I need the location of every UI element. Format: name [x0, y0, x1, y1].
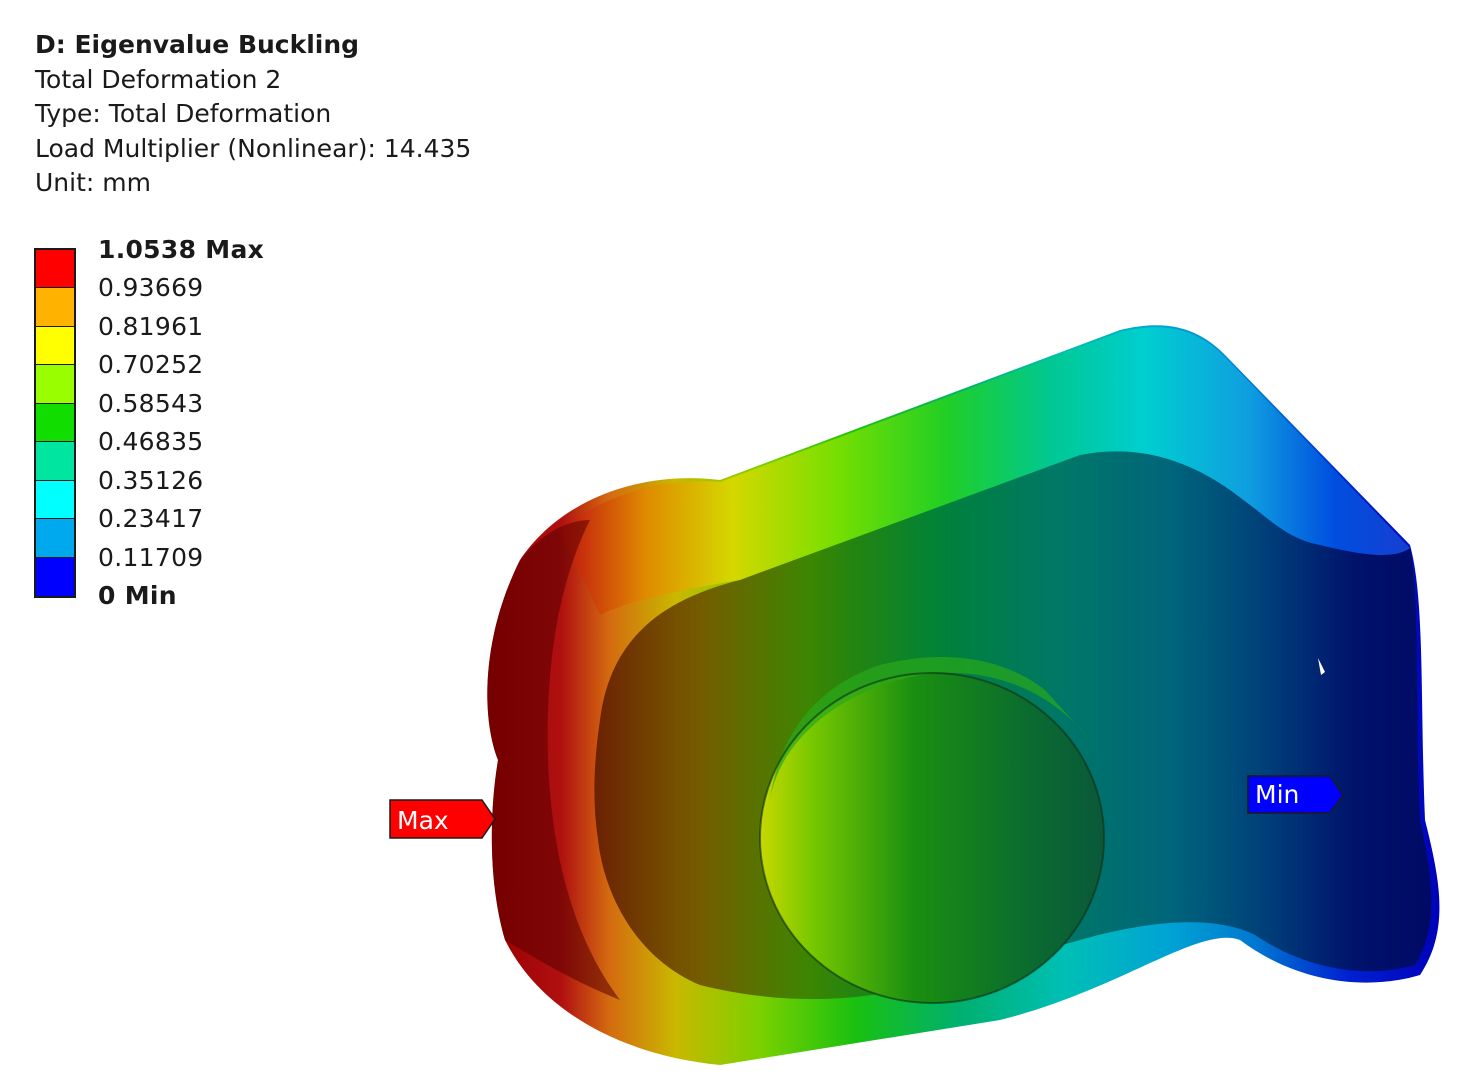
deformation-model-view[interactable]: Max Min	[0, 0, 1466, 1091]
min-probe-label: Min	[1255, 780, 1299, 809]
max-probe-tag[interactable]: Max	[389, 799, 496, 839]
min-probe-tag[interactable]: Min	[1247, 775, 1344, 814]
max-probe-label: Max	[397, 806, 449, 835]
